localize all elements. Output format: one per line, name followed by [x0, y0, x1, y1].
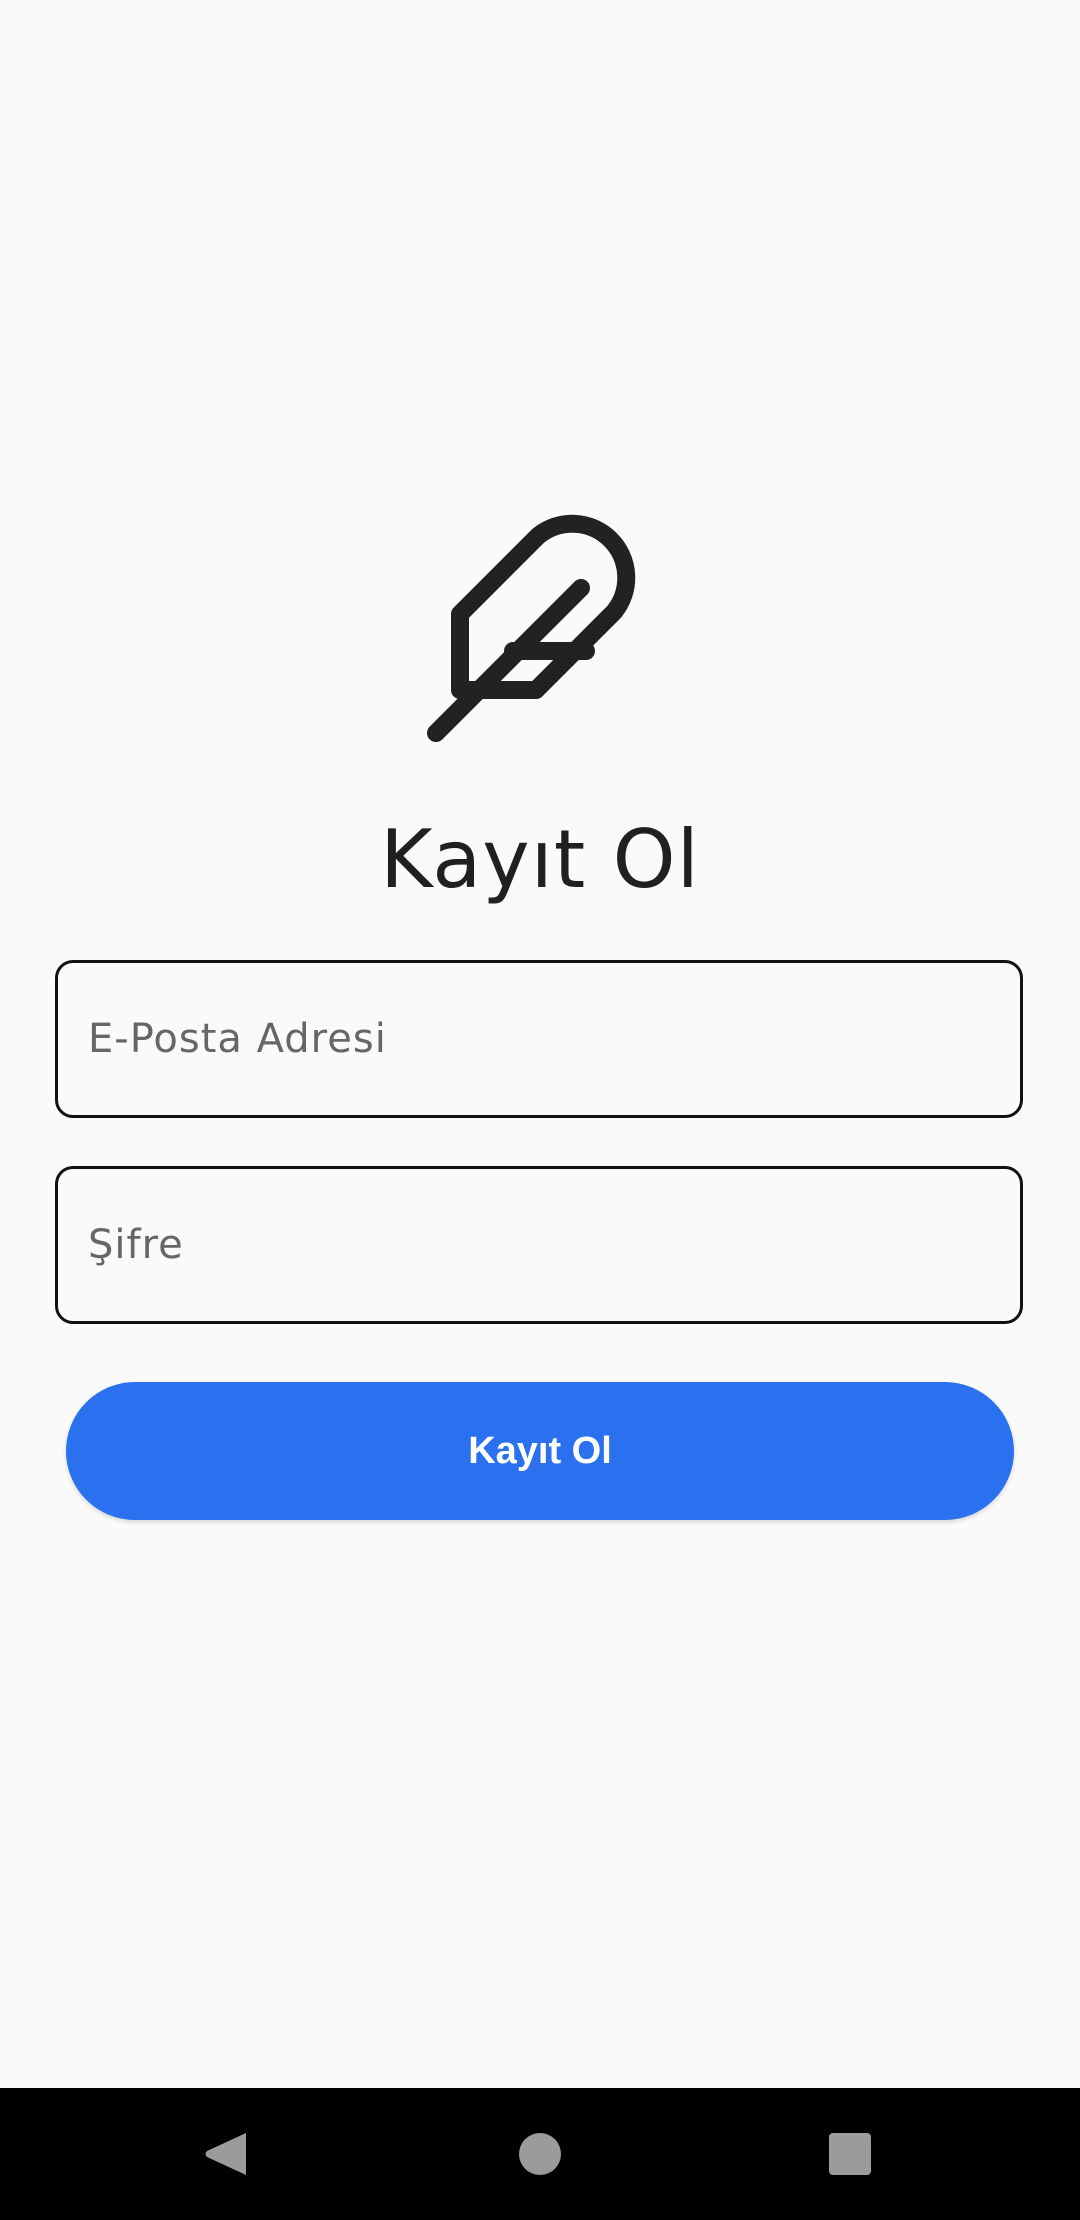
system-navigation-bar: [0, 2088, 1080, 2220]
password-input[interactable]: [88, 1169, 988, 1321]
recents-square-icon[interactable]: [829, 2133, 871, 2175]
register-screen: Kayıt Ol Kayıt Ol: [0, 0, 1080, 2220]
register-button[interactable]: Kayıt Ol: [66, 1382, 1014, 1520]
email-input[interactable]: [88, 963, 988, 1115]
password-field[interactable]: [55, 1166, 1023, 1324]
email-field[interactable]: [55, 960, 1023, 1118]
feather-icon: [412, 504, 672, 764]
page-title: Kayıt Ol: [380, 813, 700, 906]
home-circle-icon[interactable]: [519, 2133, 561, 2175]
back-triangle-icon[interactable]: [204, 2131, 248, 2177]
